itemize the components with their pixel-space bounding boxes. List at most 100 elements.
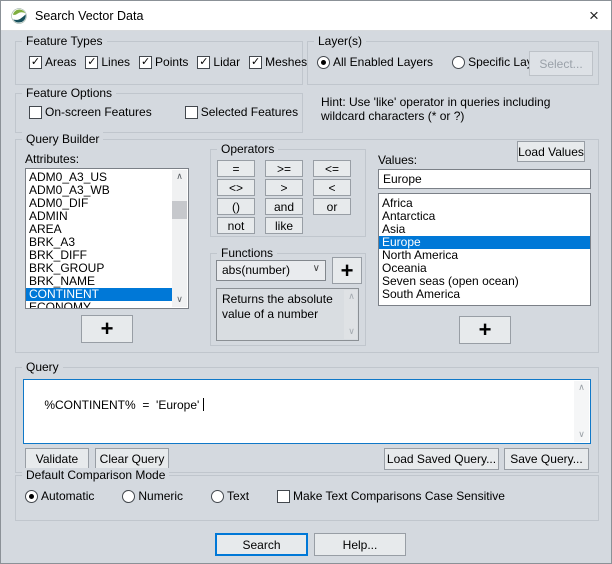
radio-button[interactable] — [122, 490, 135, 503]
checkbox-box[interactable]: ✓ — [29, 56, 42, 69]
values-list[interactable]: AfricaAntarcticaAsiaEuropeNorth AmericaO… — [378, 193, 591, 306]
title-bar: Search Vector Data × — [1, 1, 611, 31]
operator-button-[interactable]: <> — [217, 179, 255, 196]
operator-button-not[interactable]: not — [217, 217, 255, 234]
operators-grid: = >= <= <> > < () andor notlike — [217, 160, 351, 234]
checkbox-box[interactable] — [277, 490, 290, 503]
radio-label: Text — [227, 489, 249, 503]
feature-options-row: On-screen Features Selected Features — [29, 105, 298, 119]
layers-group: Layer(s) All Enabled LayersSpecific Laye… — [307, 41, 599, 85]
load-values-button[interactable]: Load Values — [517, 141, 585, 162]
scroll-down-icon[interactable]: ∨ — [172, 293, 187, 307]
operator-button-or[interactable]: or — [313, 198, 351, 215]
add-function-button[interactable]: + — [332, 257, 362, 284]
checkbox-box[interactable] — [29, 106, 42, 119]
scroll-up-icon[interactable]: ∧ — [344, 290, 359, 304]
operator-button-and[interactable]: and — [265, 198, 303, 215]
save-query-button[interactable]: Save Query... — [504, 448, 589, 470]
checkbox-box[interactable]: ✓ — [139, 56, 152, 69]
close-icon[interactable]: × — [577, 1, 611, 30]
feature-option-on-screen-features[interactable]: On-screen Features — [29, 105, 152, 119]
feature-type-lidar[interactable]: ✓Lidar — [197, 55, 240, 69]
radio-label: Numeric — [138, 489, 183, 503]
search-button[interactable]: Search — [215, 533, 308, 556]
checkbox-label: Points — [155, 55, 188, 69]
attributes-list[interactable]: ADM0_A3_USADM0_A3_WBADM0_DIFADMINAREABRK… — [25, 168, 189, 309]
values-label: Values: — [378, 153, 417, 167]
radio-label: All Enabled Layers — [333, 55, 433, 69]
functions-dropdown[interactable]: abs(number) ∨ — [216, 260, 326, 281]
text-cursor — [203, 398, 204, 411]
feature-options-legend: Feature Options — [22, 86, 116, 100]
list-item-antarctica[interactable]: Antarctica — [379, 210, 590, 223]
checkbox-box[interactable]: ✓ — [249, 56, 262, 69]
comparison-radio-numeric[interactable]: Numeric — [122, 489, 183, 503]
list-item-south-america[interactable]: South America — [379, 288, 590, 301]
checkbox-label: Lidar — [213, 55, 240, 69]
function-description-text: Returns the absolute value of a number — [222, 292, 333, 321]
layers-radio-all-enabled-layers[interactable]: All Enabled Layers — [317, 55, 433, 69]
feature-types-row: ✓Areas✓Lines✓Points✓Lidar✓Meshes — [29, 55, 307, 69]
checkbox-label: Selected Features — [201, 105, 298, 119]
query-builder-legend: Query Builder — [22, 132, 103, 146]
scroll-down-icon[interactable]: ∨ — [344, 325, 359, 339]
comparison-mode-group: Default Comparison Mode AutomaticNumeric… — [15, 475, 599, 521]
operator-button-[interactable]: < — [313, 179, 351, 196]
function-description-box: Returns the absolute value of a number ∧… — [216, 288, 359, 341]
load-saved-query-button[interactable]: Load Saved Query... — [384, 448, 499, 470]
radio-button[interactable] — [317, 56, 330, 69]
feature-options-group: Feature Options On-screen FeaturesSelect… — [15, 93, 303, 133]
comparison-radio-automatic[interactable]: Automatic — [25, 489, 94, 503]
window-title: Search Vector Data — [35, 9, 143, 23]
add-attribute-button[interactable]: + — [81, 315, 133, 343]
feature-types-legend: Feature Types — [22, 34, 107, 48]
comparison-mode-row: Automatic Numeric Text Make Text Comparison… — [25, 489, 505, 503]
radio-button[interactable] — [211, 490, 224, 503]
checkbox-label: On-screen Features — [45, 105, 152, 119]
radio-button[interactable] — [452, 56, 465, 69]
operator-button-[interactable]: () — [217, 198, 255, 215]
feature-type-areas[interactable]: ✓Areas — [29, 55, 76, 69]
checkbox-label: Meshes — [265, 55, 307, 69]
functions-dropdown-value: abs(number) — [222, 263, 290, 277]
checkbox-box[interactable] — [185, 106, 198, 119]
query-legend: Query — [22, 360, 63, 374]
feature-option-selected-features[interactable]: Selected Features — [185, 105, 298, 119]
checkbox-box[interactable]: ✓ — [85, 56, 98, 69]
feature-type-meshes[interactable]: ✓Meshes — [249, 55, 307, 69]
scroll-up-icon[interactable]: ∧ — [574, 381, 589, 395]
operator-button-[interactable]: = — [217, 160, 255, 177]
functions-legend: Functions — [217, 246, 277, 260]
layers-row: All Enabled LayersSpecific Layers — [317, 55, 549, 69]
query-text: %CONTINENT% = 'Europe' — [44, 398, 202, 412]
scroll-down-icon[interactable]: ∨ — [574, 428, 589, 442]
operator-button-[interactable]: <= — [313, 160, 351, 177]
function-description-scrollbar[interactable]: ∧ ∨ — [344, 290, 357, 339]
clear-query-button[interactable]: Clear Query — [95, 448, 169, 470]
add-value-button[interactable]: + — [459, 316, 511, 344]
operators-legend: Operators — [217, 142, 278, 156]
attributes-label: Attributes: — [25, 152, 79, 166]
radio-label: Automatic — [41, 489, 94, 503]
operator-button-like[interactable]: like — [265, 217, 303, 234]
radio-button[interactable] — [25, 490, 38, 503]
values-input[interactable]: Europe — [378, 169, 591, 189]
operator-button-[interactable]: > — [265, 179, 303, 196]
attributes-scrollbar[interactable]: ∧ ∨ — [172, 170, 187, 307]
select-layers-button[interactable]: Select... — [529, 51, 593, 76]
feature-type-points[interactable]: ✓Points — [139, 55, 188, 69]
validate-button[interactable]: Validate — [25, 448, 89, 470]
query-scrollbar[interactable]: ∧ ∨ — [574, 381, 589, 442]
comparison-radio-text[interactable]: Text — [211, 489, 249, 503]
operator-button-[interactable]: >= — [265, 160, 303, 177]
case-sensitive-make-text-comparisons-case-sensitive[interactable]: Make Text Comparisons Case Sensitive — [277, 489, 505, 503]
scroll-up-icon[interactable]: ∧ — [172, 170, 187, 184]
checkbox-label: Lines — [101, 55, 130, 69]
query-input[interactable]: %CONTINENT% = 'Europe' ∧ ∨ — [23, 379, 591, 444]
help-button[interactable]: Help... — [314, 533, 406, 556]
list-item-economy[interactable]: ECONOMY — [26, 301, 172, 309]
scrollbar-thumb[interactable] — [172, 201, 187, 219]
feature-types-group: Feature Types ✓Areas✓Lines✓Points✓Lidar✓… — [15, 41, 303, 85]
checkbox-box[interactable]: ✓ — [197, 56, 210, 69]
feature-type-lines[interactable]: ✓Lines — [85, 55, 130, 69]
